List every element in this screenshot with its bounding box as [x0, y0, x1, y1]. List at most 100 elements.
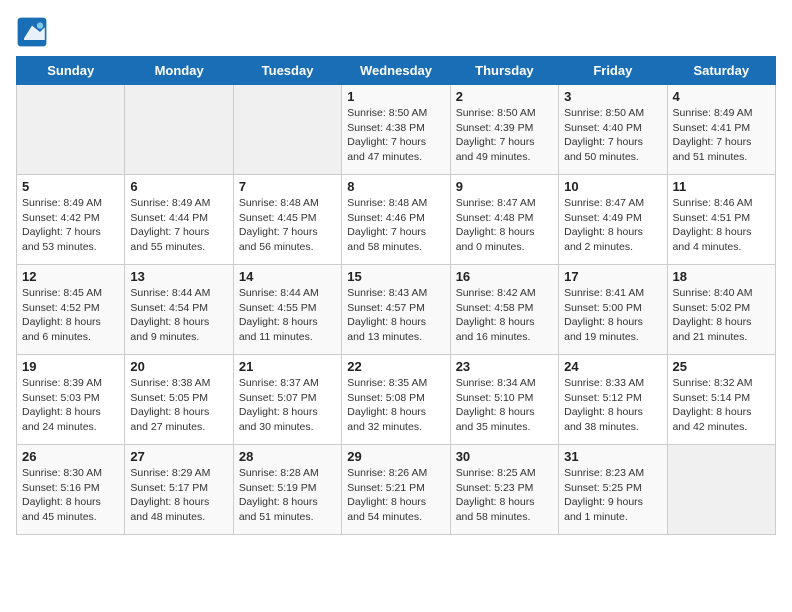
day-info: Sunrise: 8:44 AM Sunset: 4:55 PM Dayligh…: [239, 286, 336, 345]
day-info: Sunrise: 8:46 AM Sunset: 4:51 PM Dayligh…: [673, 196, 770, 255]
day-info: Sunrise: 8:30 AM Sunset: 5:16 PM Dayligh…: [22, 466, 119, 525]
day-number: 17: [564, 269, 661, 284]
day-number: 24: [564, 359, 661, 374]
day-info: Sunrise: 8:41 AM Sunset: 5:00 PM Dayligh…: [564, 286, 661, 345]
day-info: Sunrise: 8:44 AM Sunset: 4:54 PM Dayligh…: [130, 286, 227, 345]
day-info: Sunrise: 8:38 AM Sunset: 5:05 PM Dayligh…: [130, 376, 227, 435]
day-info: Sunrise: 8:33 AM Sunset: 5:12 PM Dayligh…: [564, 376, 661, 435]
calendar-cell: 17 Sunrise: 8:41 AM Sunset: 5:00 PM Dayli…: [559, 265, 667, 355]
calendar-cell: 18 Sunrise: 8:40 AM Sunset: 5:02 PM Dayli…: [667, 265, 775, 355]
calendar-week-row: 5 Sunrise: 8:49 AM Sunset: 4:42 PM Daylig…: [17, 175, 776, 265]
calendar-cell: 30 Sunrise: 8:25 AM Sunset: 5:23 PM Dayli…: [450, 445, 558, 535]
day-info: Sunrise: 8:49 AM Sunset: 4:44 PM Dayligh…: [130, 196, 227, 255]
day-number: 5: [22, 179, 119, 194]
day-number: 21: [239, 359, 336, 374]
day-of-week-header: Friday: [559, 57, 667, 85]
day-number: 20: [130, 359, 227, 374]
day-number: 31: [564, 449, 661, 464]
calendar-cell: 28 Sunrise: 8:28 AM Sunset: 5:19 PM Dayli…: [233, 445, 341, 535]
day-number: 29: [347, 449, 444, 464]
day-info: Sunrise: 8:39 AM Sunset: 5:03 PM Dayligh…: [22, 376, 119, 435]
calendar-cell: 26 Sunrise: 8:30 AM Sunset: 5:16 PM Dayli…: [17, 445, 125, 535]
day-number: 13: [130, 269, 227, 284]
day-number: 10: [564, 179, 661, 194]
day-header-row: SundayMondayTuesdayWednesdayThursdayFrid…: [17, 57, 776, 85]
calendar-cell: 11Sunrise: 8:46 AM Sunset: 4:51 PM Dayli…: [667, 175, 775, 265]
day-info: Sunrise: 8:32 AM Sunset: 5:14 PM Dayligh…: [673, 376, 770, 435]
day-number: 2: [456, 89, 553, 104]
calendar-cell: 31 Sunrise: 8:23 AM Sunset: 5:25 PM Dayli…: [559, 445, 667, 535]
calendar-cell: 14 Sunrise: 8:44 AM Sunset: 4:55 PM Dayli…: [233, 265, 341, 355]
day-number: 9: [456, 179, 553, 194]
day-number: 14: [239, 269, 336, 284]
calendar-cell: 8Sunrise: 8:48 AM Sunset: 4:46 PM Daylig…: [342, 175, 450, 265]
day-info: Sunrise: 8:48 AM Sunset: 4:45 PM Dayligh…: [239, 196, 336, 255]
calendar-table: SundayMondayTuesdayWednesdayThursdayFrid…: [16, 56, 776, 535]
day-number: 19: [22, 359, 119, 374]
day-info: Sunrise: 8:35 AM Sunset: 5:08 PM Dayligh…: [347, 376, 444, 435]
day-info: Sunrise: 8:50 AM Sunset: 4:40 PM Dayligh…: [564, 106, 661, 165]
day-info: Sunrise: 8:40 AM Sunset: 5:02 PM Dayligh…: [673, 286, 770, 345]
calendar-cell: 29 Sunrise: 8:26 AM Sunset: 5:21 PM Dayli…: [342, 445, 450, 535]
calendar-cell: 27 Sunrise: 8:29 AM Sunset: 5:17 PM Dayli…: [125, 445, 233, 535]
day-info: Sunrise: 8:48 AM Sunset: 4:46 PM Dayligh…: [347, 196, 444, 255]
day-of-week-header: Tuesday: [233, 57, 341, 85]
calendar-cell: 22Sunrise: 8:35 AM Sunset: 5:08 PM Dayli…: [342, 355, 450, 445]
day-number: 23: [456, 359, 553, 374]
calendar-header: SundayMondayTuesdayWednesdayThursdayFrid…: [17, 57, 776, 85]
day-info: Sunrise: 8:25 AM Sunset: 5:23 PM Dayligh…: [456, 466, 553, 525]
day-number: 26: [22, 449, 119, 464]
calendar-cell: [233, 85, 341, 175]
day-number: 27: [130, 449, 227, 464]
day-of-week-header: Wednesday: [342, 57, 450, 85]
day-info: Sunrise: 8:26 AM Sunset: 5:21 PM Dayligh…: [347, 466, 444, 525]
calendar-cell: 5 Sunrise: 8:49 AM Sunset: 4:42 PM Daylig…: [17, 175, 125, 265]
calendar-week-row: 19 Sunrise: 8:39 AM Sunset: 5:03 PM Dayli…: [17, 355, 776, 445]
day-number: 7: [239, 179, 336, 194]
day-info: Sunrise: 8:23 AM Sunset: 5:25 PM Dayligh…: [564, 466, 661, 525]
day-info: Sunrise: 8:34 AM Sunset: 5:10 PM Dayligh…: [456, 376, 553, 435]
day-number: 16: [456, 269, 553, 284]
day-of-week-header: Saturday: [667, 57, 775, 85]
day-of-week-header: Sunday: [17, 57, 125, 85]
calendar-week-row: 12 Sunrise: 8:45 AM Sunset: 4:52 PM Dayli…: [17, 265, 776, 355]
calendar-cell: 3 Sunrise: 8:50 AM Sunset: 4:40 PM Daylig…: [559, 85, 667, 175]
day-number: 1: [347, 89, 444, 104]
day-info: Sunrise: 8:50 AM Sunset: 4:39 PM Dayligh…: [456, 106, 553, 165]
day-info: Sunrise: 8:49 AM Sunset: 4:42 PM Dayligh…: [22, 196, 119, 255]
day-number: 30: [456, 449, 553, 464]
calendar-cell: 9 Sunrise: 8:47 AM Sunset: 4:48 PM Daylig…: [450, 175, 558, 265]
day-info: Sunrise: 8:28 AM Sunset: 5:19 PM Dayligh…: [239, 466, 336, 525]
calendar-week-row: 1 Sunrise: 8:50 AM Sunset: 4:38 PM Daylig…: [17, 85, 776, 175]
calendar-cell: 23 Sunrise: 8:34 AM Sunset: 5:10 PM Dayli…: [450, 355, 558, 445]
day-info: Sunrise: 8:47 AM Sunset: 4:49 PM Dayligh…: [564, 196, 661, 255]
day-number: 25: [673, 359, 770, 374]
calendar-cell: 4Sunrise: 8:49 AM Sunset: 4:41 PM Daylig…: [667, 85, 775, 175]
day-number: 18: [673, 269, 770, 284]
calendar-cell: 13 Sunrise: 8:44 AM Sunset: 4:54 PM Dayli…: [125, 265, 233, 355]
day-info: Sunrise: 8:29 AM Sunset: 5:17 PM Dayligh…: [130, 466, 227, 525]
calendar-cell: 21 Sunrise: 8:37 AM Sunset: 5:07 PM Dayli…: [233, 355, 341, 445]
calendar-cell: 10 Sunrise: 8:47 AM Sunset: 4:49 PM Dayli…: [559, 175, 667, 265]
logo: [16, 16, 52, 48]
day-of-week-header: Thursday: [450, 57, 558, 85]
day-number: 6: [130, 179, 227, 194]
day-number: 12: [22, 269, 119, 284]
calendar-cell: 2 Sunrise: 8:50 AM Sunset: 4:39 PM Daylig…: [450, 85, 558, 175]
day-info: Sunrise: 8:45 AM Sunset: 4:52 PM Dayligh…: [22, 286, 119, 345]
calendar-cell: 12 Sunrise: 8:45 AM Sunset: 4:52 PM Dayli…: [17, 265, 125, 355]
calendar-cell: 24 Sunrise: 8:33 AM Sunset: 5:12 PM Dayli…: [559, 355, 667, 445]
day-info: Sunrise: 8:37 AM Sunset: 5:07 PM Dayligh…: [239, 376, 336, 435]
calendar-cell: [125, 85, 233, 175]
calendar-body: 1 Sunrise: 8:50 AM Sunset: 4:38 PM Daylig…: [17, 85, 776, 535]
day-info: Sunrise: 8:50 AM Sunset: 4:38 PM Dayligh…: [347, 106, 444, 165]
day-info: Sunrise: 8:42 AM Sunset: 4:58 PM Dayligh…: [456, 286, 553, 345]
day-number: 3: [564, 89, 661, 104]
day-number: 28: [239, 449, 336, 464]
calendar-cell: 6 Sunrise: 8:49 AM Sunset: 4:44 PM Daylig…: [125, 175, 233, 265]
calendar-week-row: 26 Sunrise: 8:30 AM Sunset: 5:16 PM Dayli…: [17, 445, 776, 535]
calendar-cell: 19 Sunrise: 8:39 AM Sunset: 5:03 PM Dayli…: [17, 355, 125, 445]
day-of-week-header: Monday: [125, 57, 233, 85]
calendar-cell: 7 Sunrise: 8:48 AM Sunset: 4:45 PM Daylig…: [233, 175, 341, 265]
day-info: Sunrise: 8:47 AM Sunset: 4:48 PM Dayligh…: [456, 196, 553, 255]
